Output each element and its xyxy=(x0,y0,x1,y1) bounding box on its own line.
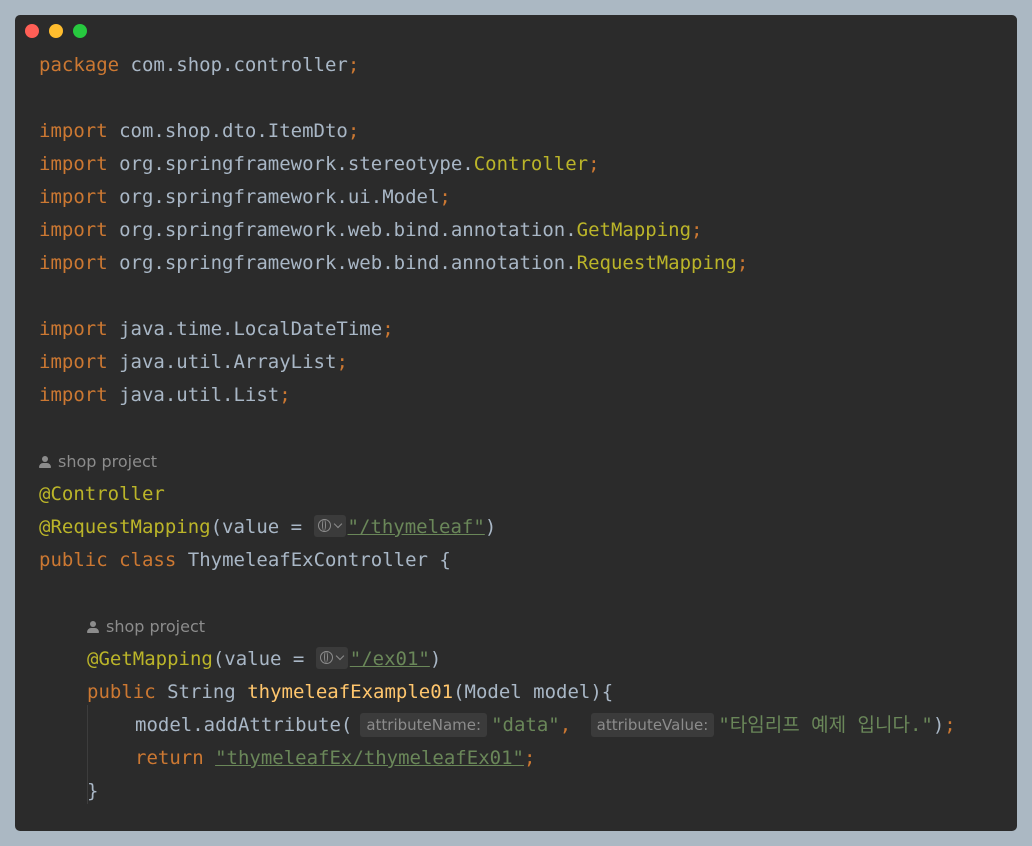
code-line-request-mapping: @RequestMapping(value = "/thymeleaf") xyxy=(39,515,497,538)
web-endpoint-icon[interactable] xyxy=(315,647,348,669)
code-line-return: return "thymeleafEx/thymeleafEx01"; xyxy=(135,747,536,769)
request-mapping-path-link[interactable]: "/thymeleaf" xyxy=(348,516,485,538)
chevron-down-icon xyxy=(333,519,342,529)
param-hint-attribute-name: attributeName: xyxy=(360,713,488,737)
code-line-method-close: } xyxy=(87,780,99,802)
code-line-import: import java.time.LocalDateTime; xyxy=(39,318,394,340)
code-line-import: import java.util.ArrayList; xyxy=(39,351,348,373)
code-line-import: import org.springframework.web.bind.anno… xyxy=(39,252,749,274)
code-line-import: import org.springframework.stereotype.Co… xyxy=(39,153,600,175)
get-mapping-path-link[interactable]: "/ex01" xyxy=(350,648,430,670)
code-window: package com.shop.controller; import com.… xyxy=(15,15,1017,831)
code-editor[interactable]: package com.shop.controller; import com.… xyxy=(39,49,1017,808)
minimize-window-dot[interactable] xyxy=(49,24,63,38)
user-icon xyxy=(39,456,51,468)
code-line-method-decl: public String thymeleafExample01(Model m… xyxy=(87,681,614,703)
globe-icon xyxy=(317,519,331,532)
globe-icon xyxy=(319,651,333,664)
code-line-import: import org.springframework.ui.Model; xyxy=(39,186,451,208)
code-line-package: package com.shop.controller; xyxy=(39,54,360,76)
template-path-link[interactable]: "thymeleafEx/thymeleafEx01" xyxy=(215,747,524,769)
code-line-get-mapping: @GetMapping(value = "/ex01") xyxy=(87,647,442,670)
method-author-hint-line: shop project xyxy=(39,610,1017,643)
code-line-add-attribute: model.addAttribute(attributeName: "data",… xyxy=(135,713,956,737)
code-line-import: import java.util.List; xyxy=(39,384,291,406)
close-window-dot[interactable] xyxy=(25,24,39,38)
method-author-hint[interactable]: shop project xyxy=(87,617,205,636)
chevron-down-icon xyxy=(335,651,345,661)
maximize-window-dot[interactable] xyxy=(73,24,87,38)
code-line-import: import com.shop.dto.ItemDto; xyxy=(39,120,360,142)
code-line-class-annotation: @Controller xyxy=(39,483,165,505)
user-icon xyxy=(87,621,99,633)
author-hint[interactable]: shop project xyxy=(39,452,157,471)
web-endpoint-icon[interactable] xyxy=(313,515,346,537)
author-hint-line: shop project xyxy=(39,445,1017,478)
code-line-class-decl: public class ThymeleafExController { xyxy=(39,549,451,571)
code-line-import: import org.springframework.web.bind.anno… xyxy=(39,219,703,241)
param-hint-attribute-value: attributeValue: xyxy=(590,713,715,737)
